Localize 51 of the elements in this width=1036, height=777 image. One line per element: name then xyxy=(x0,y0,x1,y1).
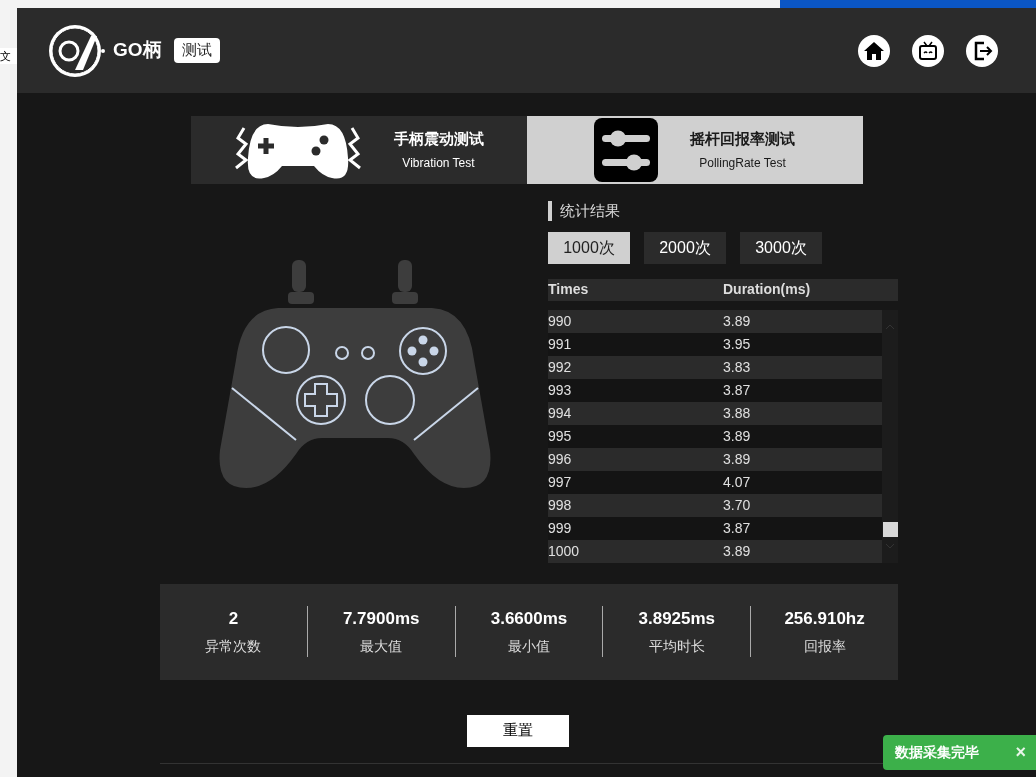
table-cell-text: 991 xyxy=(548,334,573,354)
table-cell-text: 4.07 xyxy=(723,472,751,492)
stat-value: 3.6600ms xyxy=(490,608,568,631)
table-cell-text: 3.95 xyxy=(723,334,751,354)
table-cell-text: 996 xyxy=(548,449,573,469)
logout-icon[interactable] xyxy=(966,34,998,67)
table-cell-text: 990 xyxy=(548,311,573,331)
table-cell-text: 3.89 xyxy=(723,449,751,469)
table-cell-text: 3.89 xyxy=(723,426,751,446)
home-icon[interactable] xyxy=(858,34,890,67)
stat-value: 256.910hz xyxy=(784,608,865,631)
table-cell-text: 1000 xyxy=(548,541,581,561)
sliders-icon xyxy=(594,118,658,182)
stat-label: 最大值 xyxy=(360,636,403,656)
table-cell-text: 3.83 xyxy=(723,357,751,377)
test-tab[interactable]: 手柄震动测试 Vibration Test xyxy=(190,116,527,184)
stat-value: 2 xyxy=(228,608,239,631)
table-cell-text: 994 xyxy=(548,403,573,423)
test-tab[interactable]: 摇杆回报率测试 PollingRate Test xyxy=(526,116,863,184)
count-option[interactable]: 1000次 xyxy=(548,231,630,264)
count-option[interactable]: 2000次 xyxy=(644,231,726,264)
table-cell-text: 3.89 xyxy=(723,541,751,561)
table-cell-text: 3.87 xyxy=(723,518,751,538)
tv-icon[interactable] xyxy=(912,34,944,67)
reset-button[interactable]: 重置 xyxy=(466,714,569,747)
desktop-text: 文 xyxy=(0,48,17,64)
table-cell-text: 3.89 xyxy=(723,311,751,331)
scrollbar[interactable] xyxy=(882,309,898,563)
stat-label: 回报率 xyxy=(803,636,846,656)
scrollbar-thumb[interactable] xyxy=(882,521,898,537)
column-header: Duration(ms) xyxy=(723,280,811,299)
table-cell-text: 995 xyxy=(548,426,573,446)
table-cell-text: 3.88 xyxy=(723,403,751,423)
column-header: Times xyxy=(548,280,590,299)
table-cell-text: 992 xyxy=(548,357,573,377)
table-cell-text: 998 xyxy=(548,495,573,515)
stat-label: 异常次数 xyxy=(205,636,262,656)
table-cell-text: 3.70 xyxy=(723,495,751,515)
stat-label: 平均时长 xyxy=(648,636,705,656)
mode-badge: 测试 xyxy=(173,38,220,63)
section-title: 统计结果 xyxy=(560,201,620,221)
table-cell-text: 999 xyxy=(548,518,573,538)
table-cell-text: 997 xyxy=(548,472,573,492)
table-cell-text: 3.87 xyxy=(723,380,751,400)
stat-label: 最小值 xyxy=(508,636,550,656)
table-cell-text: 993 xyxy=(548,380,573,400)
brand-name: GO柄 xyxy=(113,38,162,63)
count-option[interactable]: 3000次 xyxy=(740,231,822,264)
toast-message: 数据采集完毕 xyxy=(895,743,980,762)
stat-value: 3.8925ms xyxy=(638,608,716,631)
stat-value: 7.7900ms xyxy=(342,608,420,631)
